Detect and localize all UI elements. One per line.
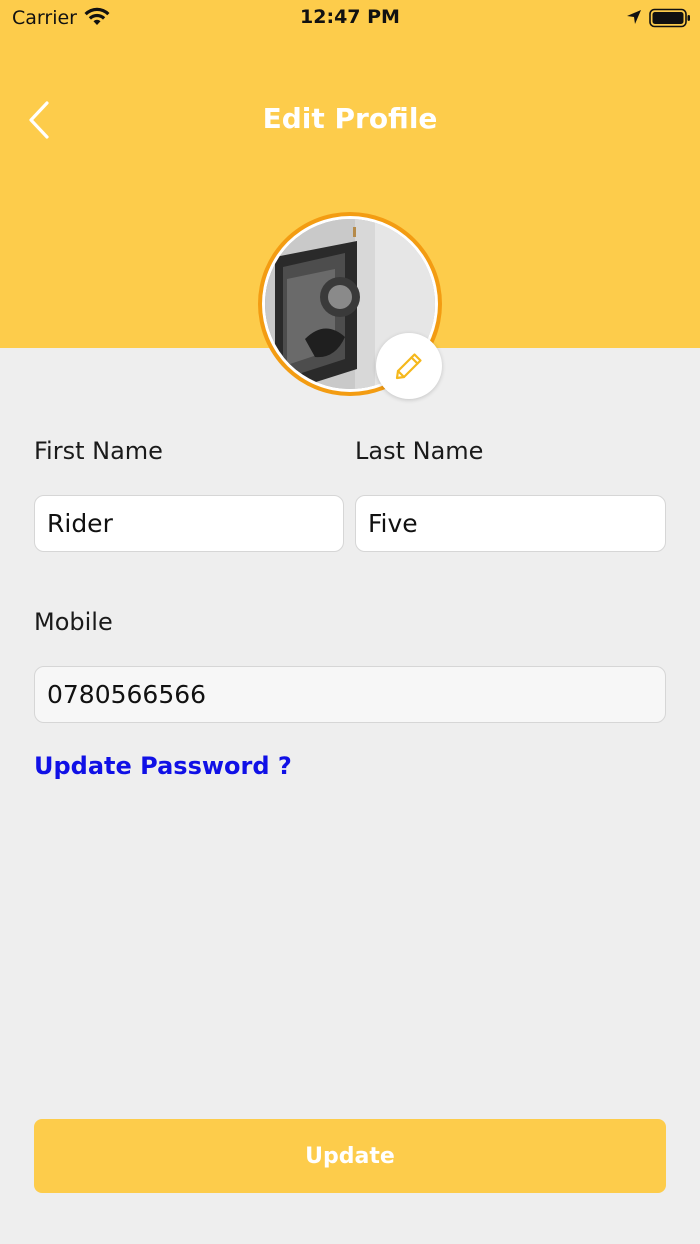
pencil-icon xyxy=(395,353,422,380)
mobile-field[interactable] xyxy=(34,666,666,723)
clock: 12:47 PM xyxy=(300,6,400,28)
page-title: Edit Profile xyxy=(262,102,438,135)
mobile-label: Mobile xyxy=(34,608,113,636)
first-name-field[interactable] xyxy=(34,495,344,552)
update-button[interactable]: Update xyxy=(34,1119,666,1193)
edit-avatar-button[interactable] xyxy=(376,333,442,399)
last-name-field[interactable] xyxy=(355,495,666,552)
last-name-label: Last Name xyxy=(355,437,484,465)
battery-icon xyxy=(649,8,690,28)
status-bar: Carrier 12:47 PM xyxy=(0,0,700,36)
location-arrow-icon xyxy=(627,10,641,24)
update-password-link[interactable]: Update Password ? xyxy=(34,752,292,780)
first-name-label: First Name xyxy=(34,437,163,465)
